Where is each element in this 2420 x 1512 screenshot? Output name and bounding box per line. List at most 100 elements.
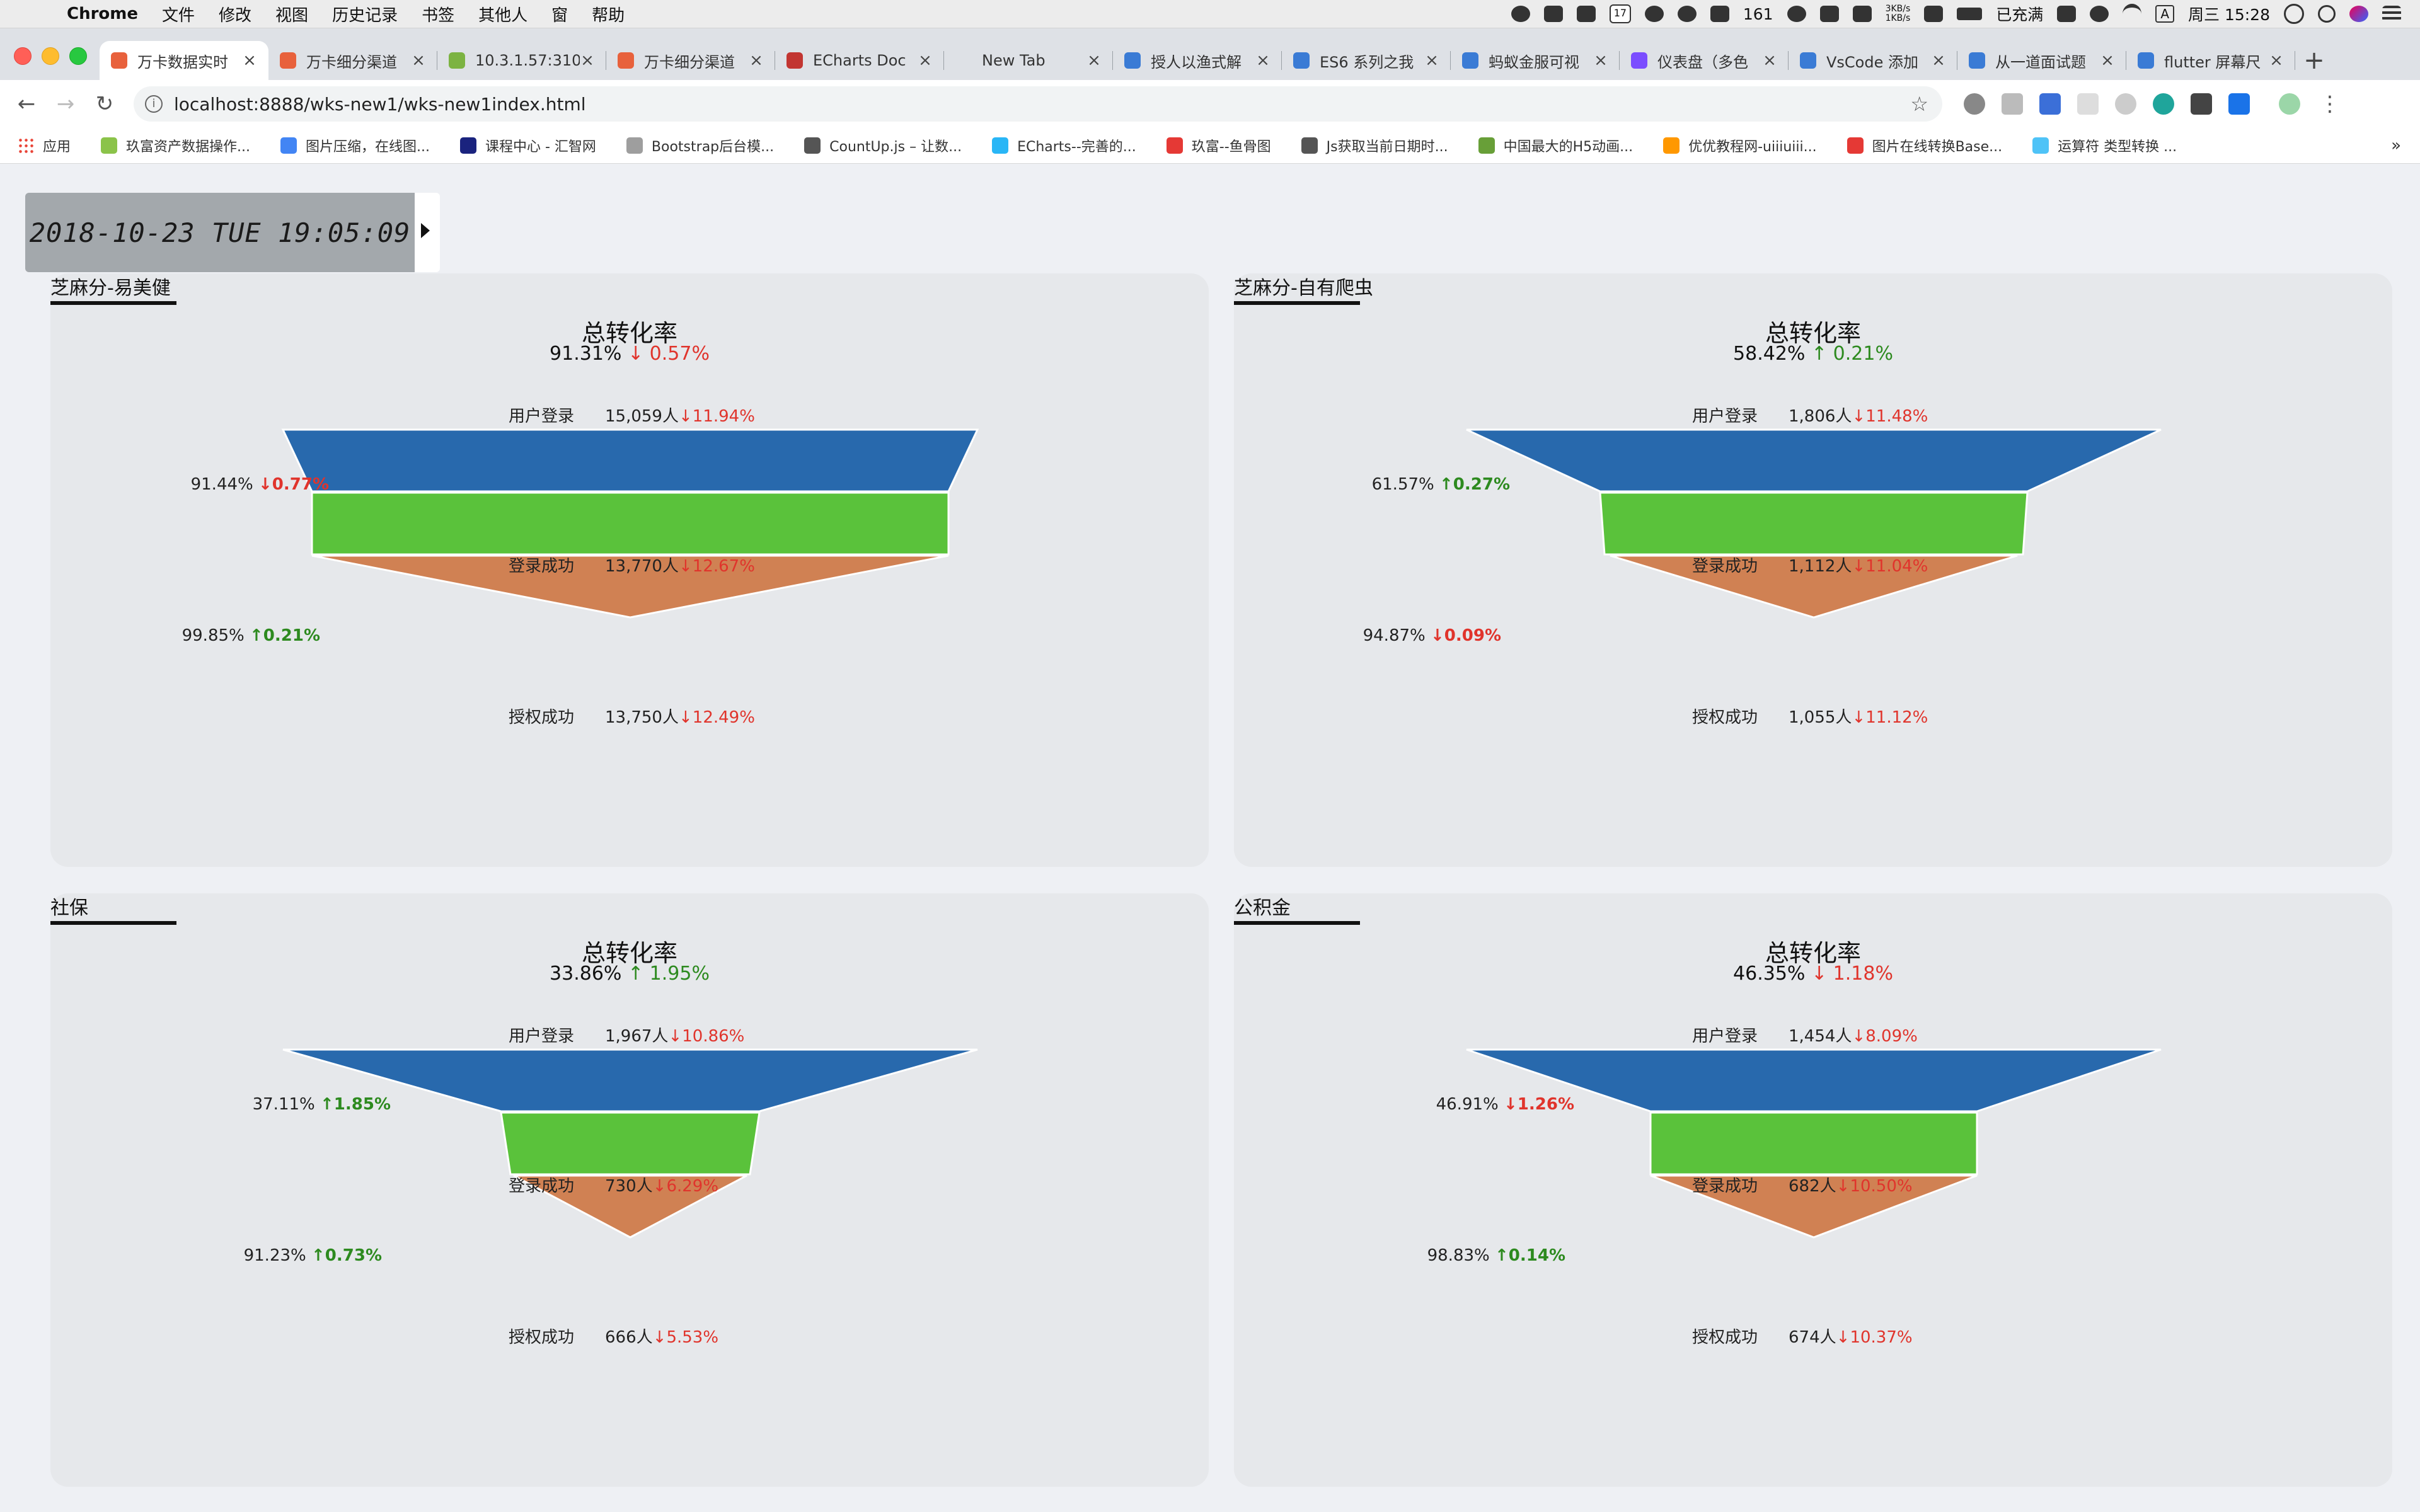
browser-tab[interactable]: ECharts Doc ×	[775, 41, 944, 80]
document-extension-icon[interactable]	[2002, 93, 2023, 115]
bookmark-star-icon[interactable]: ☆	[1910, 92, 1928, 116]
funnel-stage-1[interactable]	[281, 428, 979, 493]
menu-help[interactable]: 帮助	[592, 3, 625, 26]
spotlight-search-icon[interactable]	[2318, 5, 2336, 23]
cloud-icon[interactable]	[1511, 6, 1530, 22]
calendar-icon[interactable]: 17	[1609, 4, 1631, 23]
address-bar[interactable]: i localhost:8888/wks-new1/wks-new1index.…	[134, 86, 1942, 122]
tab-close-icon[interactable]: ×	[2100, 51, 2115, 70]
address-url[interactable]: localhost:8888/wks-new1/wks-new1index.ht…	[174, 94, 586, 115]
tab-close-icon[interactable]: ×	[1593, 51, 1608, 70]
tab-title: 仪表盘（多色	[1657, 53, 1748, 71]
grid-extension-icon[interactable]	[2077, 93, 2099, 115]
tab-close-icon[interactable]: ×	[242, 51, 257, 70]
caret-right-icon[interactable]	[421, 223, 430, 238]
funnel-stage-1[interactable]	[1466, 428, 2162, 493]
cpu-meter-icon[interactable]	[1852, 6, 1872, 22]
notification-center-icon[interactable]	[2382, 6, 2401, 22]
wechat-icon[interactable]	[1677, 6, 1697, 22]
bookmark-item[interactable]: Bootstrap后台模...	[626, 135, 774, 156]
menu-bookmarks[interactable]: 书签	[422, 3, 454, 26]
browser-tab[interactable]: 蚂蚁金服可视 ×	[1451, 41, 1620, 80]
browser-tab[interactable]: 授人以渔式解 ×	[1113, 41, 1282, 80]
zoom-window-button[interactable]	[69, 47, 87, 65]
browser-tab[interactable]: flutter 屏幕尺 ×	[2126, 41, 2295, 80]
tab-close-icon[interactable]: ×	[1255, 51, 1270, 70]
bookmark-item[interactable]: 图片压缩，在线图...	[280, 135, 430, 156]
tab-close-icon[interactable]: ×	[1762, 51, 1777, 70]
forward-arrow-icon[interactable]: →	[53, 91, 78, 117]
chrome-menu-icon[interactable]: ⋮	[2319, 91, 2341, 117]
menubar-datetime[interactable]: 周三 15:28	[2188, 3, 2270, 25]
bookmarks-overflow-icon[interactable]: »	[2391, 136, 2401, 155]
profile-avatar-icon[interactable]	[2279, 93, 2300, 115]
menu-file[interactable]: 文件	[162, 3, 195, 26]
pen-icon[interactable]	[1576, 6, 1596, 22]
browser-tab[interactable]: 仪表盘（多色 ×	[1620, 41, 1789, 80]
jh-extension-icon[interactable]	[2039, 93, 2061, 115]
new-tab-button[interactable]: +	[2295, 41, 2333, 80]
recycle-extension-icon[interactable]	[1964, 93, 1985, 115]
browser-tab[interactable]: 万卡数据实时 ×	[100, 41, 268, 80]
browser-tab[interactable]: 从一道面试题 ×	[1957, 41, 2126, 80]
battery-icon[interactable]	[1957, 8, 1983, 20]
tab-close-icon[interactable]: ×	[1424, 51, 1439, 70]
bookmark-item[interactable]: Js获取当前日期时...	[1301, 135, 1448, 156]
apps-bookmark[interactable]: 应用	[18, 135, 71, 156]
bookmark-item[interactable]: 课程中心 - 汇智网	[459, 135, 596, 156]
funnel-stage-2[interactable]	[1649, 1111, 1978, 1176]
siri-icon[interactable]	[2349, 6, 2368, 22]
minimize-window-button[interactable]	[42, 47, 59, 65]
bookmark-item[interactable]: ECharts--完善的...	[992, 135, 1136, 156]
tab-close-icon[interactable]: ×	[918, 51, 933, 70]
menu-window[interactable]: 窗	[551, 3, 568, 26]
display-icon[interactable]	[1924, 6, 1944, 22]
bookmark-item[interactable]: 图片在线转换Base...	[1847, 135, 2002, 156]
reload-icon[interactable]: ↻	[92, 91, 117, 117]
bookmark-item[interactable]: 中国最大的H5动画...	[1478, 135, 1633, 156]
tab-close-icon[interactable]: ×	[1086, 51, 1102, 70]
tab-close-icon[interactable]: ×	[580, 51, 595, 70]
funnel-stage-2[interactable]	[1599, 491, 2029, 556]
clock-icon[interactable]	[2284, 4, 2304, 24]
tab-close-icon[interactable]: ×	[2269, 51, 2284, 70]
funnel-stage-2[interactable]	[500, 1111, 761, 1176]
browser-tab[interactable]: 万卡细分渠道 ×	[606, 41, 775, 80]
browser-tab[interactable]: VsCode 添加 ×	[1789, 41, 1957, 80]
cloud-sync-icon[interactable]	[2090, 6, 2109, 22]
menu-history[interactable]: 历史记录	[332, 3, 398, 26]
teal-extension-icon[interactable]	[2153, 93, 2174, 115]
mail-icon[interactable]	[1710, 6, 1729, 22]
activity-monitor-icon[interactable]	[1819, 6, 1839, 22]
funnel-stage-2[interactable]	[311, 491, 950, 556]
menu-edit[interactable]: 修改	[219, 3, 251, 26]
browser-tab[interactable]: 10.3.1.57:310 ×	[437, 41, 606, 80]
input-method-indicator[interactable]: A	[2155, 5, 2174, 23]
notification-bell-icon[interactable]	[1787, 6, 1806, 22]
bookmark-item[interactable]: 玖富--鱼骨图	[1166, 135, 1271, 156]
speedometer-extension-icon[interactable]	[2115, 93, 2136, 115]
browser-tab[interactable]: 万卡细分渠道 ×	[268, 41, 437, 80]
browser-tab[interactable]: ES6 系列之我 ×	[1282, 41, 1451, 80]
close-window-button[interactable]	[14, 47, 32, 65]
screenshot-extension-icon[interactable]	[2191, 93, 2212, 115]
total-conversion-rate: 91.31% ↓ 0.57%	[50, 343, 1209, 365]
paperclip-icon[interactable]	[1543, 6, 1563, 22]
bookmark-item[interactable]: 玖富资产数据操作...	[101, 135, 250, 156]
back-arrow-icon[interactable]: ←	[14, 91, 39, 117]
tab-close-icon[interactable]: ×	[749, 51, 764, 70]
site-info-icon[interactable]: i	[145, 95, 163, 113]
bookmark-item[interactable]: CountUp.js – 让数...	[804, 135, 962, 156]
bookmark-item[interactable]: 运算符 类型转换 ...	[2032, 135, 2177, 156]
bookmark-item[interactable]: 优优教程网-uiiiuiii...	[1663, 135, 1817, 156]
browser-tab[interactable]: New Tab ×	[944, 41, 1113, 80]
menu-people[interactable]: 其他人	[478, 3, 527, 26]
download-extension-icon[interactable]	[2228, 93, 2250, 115]
wifi-icon[interactable]	[2123, 4, 2142, 24]
globe-icon[interactable]	[1644, 6, 1664, 22]
menu-app-name[interactable]: Chrome	[67, 4, 138, 23]
tab-close-icon[interactable]: ×	[411, 51, 426, 70]
menu-view[interactable]: 视图	[275, 3, 308, 26]
airplay-icon[interactable]	[2057, 6, 2077, 22]
tab-close-icon[interactable]: ×	[1931, 51, 1946, 70]
